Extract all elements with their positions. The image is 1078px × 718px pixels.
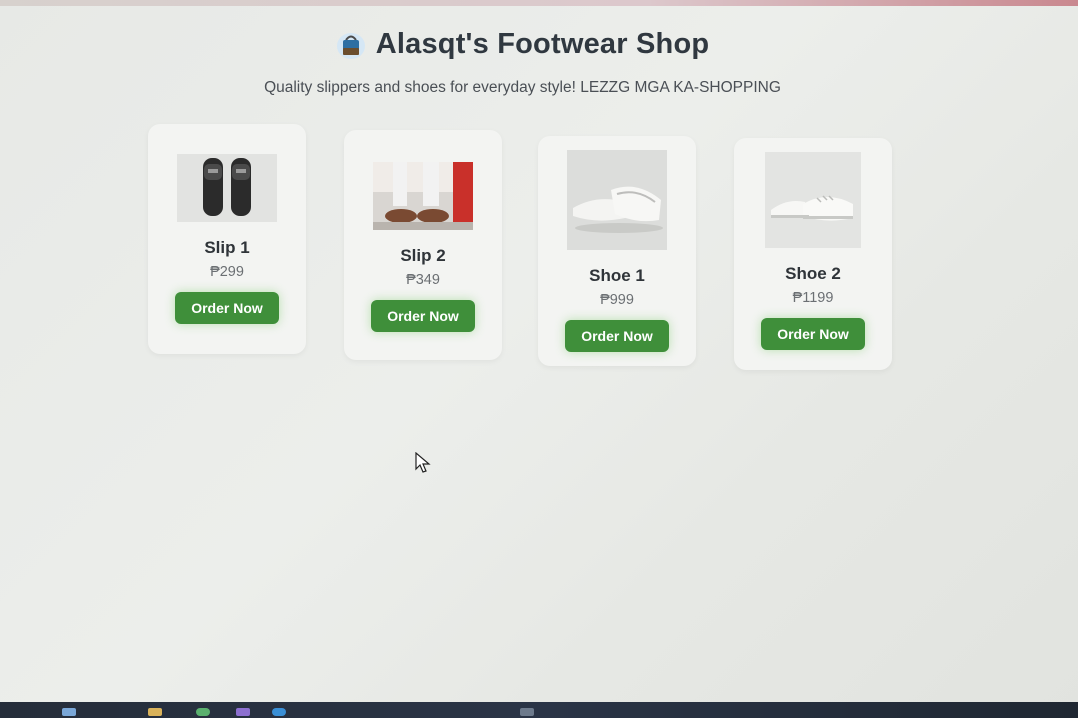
brown-slides-image bbox=[373, 162, 473, 230]
order-now-button[interactable]: Order Now bbox=[565, 320, 669, 352]
white-sneakers-image bbox=[765, 152, 861, 248]
product-card: Slip 1 ₱299 Order Now bbox=[148, 124, 306, 354]
shopping-bag-icon bbox=[336, 32, 365, 59]
taskbar bbox=[0, 702, 1078, 718]
black-slides-image bbox=[177, 154, 277, 222]
product-name: Shoe 1 bbox=[589, 266, 645, 285]
order-now-button[interactable]: Order Now bbox=[175, 292, 279, 324]
product-price: ₱349 bbox=[406, 272, 440, 288]
app-icon[interactable] bbox=[236, 708, 250, 716]
product-card: Shoe 1 ₱999 Order Now bbox=[538, 136, 696, 366]
app-icon[interactable] bbox=[520, 708, 534, 716]
product-price: ₱1199 bbox=[792, 290, 834, 306]
edge-icon[interactable] bbox=[272, 708, 286, 716]
page-header: Alasqt's Footwear Shop Quality slippers … bbox=[0, 28, 1045, 97]
title-row: Alasqt's Footwear Shop bbox=[336, 28, 710, 61]
product-name: Slip 2 bbox=[400, 246, 446, 265]
order-now-button[interactable]: Order Now bbox=[371, 300, 475, 332]
page-title: Alasqt's Footwear Shop bbox=[375, 28, 710, 60]
product-price: ₱999 bbox=[600, 292, 634, 308]
order-now-button[interactable]: Order Now bbox=[761, 318, 865, 350]
product-name: Shoe 2 bbox=[785, 264, 841, 283]
product-card: Slip 2 ₱349 Order Now bbox=[344, 130, 502, 360]
chrome-icon[interactable] bbox=[196, 708, 210, 716]
product-name: Slip 1 bbox=[204, 238, 250, 257]
product-price: ₱299 bbox=[210, 264, 244, 280]
page-subtitle: Quality slippers and shoes for everyday … bbox=[264, 78, 781, 96]
file-explorer-icon[interactable] bbox=[148, 708, 162, 716]
white-clogs-image bbox=[567, 150, 667, 250]
product-card: Shoe 2 ₱1199 Order Now bbox=[734, 138, 892, 370]
browser-top-strip bbox=[0, 0, 1078, 6]
mouse-cursor-icon bbox=[415, 452, 431, 473]
windows-start-icon[interactable] bbox=[62, 708, 76, 716]
